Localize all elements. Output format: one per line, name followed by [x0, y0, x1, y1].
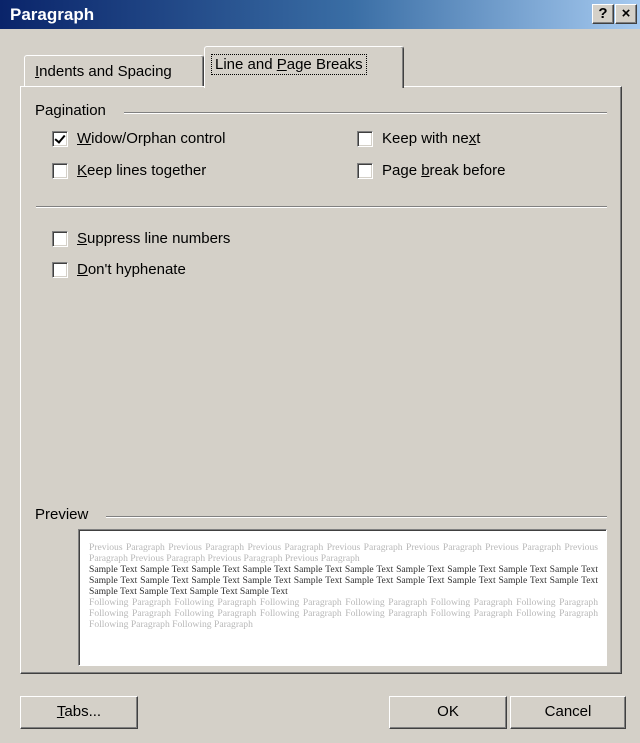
- preview-following-paragraph: Following Paragraph Following Paragraph …: [89, 597, 598, 630]
- checkbox-box[interactable]: [52, 130, 68, 147]
- checkbox-box[interactable]: [357, 130, 373, 147]
- preview-previous-paragraph: Previous Paragraph Previous Paragraph Pr…: [89, 542, 598, 564]
- ok-button[interactable]: OK: [389, 696, 507, 729]
- checkbox-label: Suppress line numbers: [77, 230, 231, 247]
- checkbox-label: Don't hyphenate: [77, 261, 186, 278]
- preview-box: Previous Paragraph Previous Paragraph Pr…: [78, 529, 607, 666]
- preview-sample-text: Sample Text Sample Text Sample Text Samp…: [89, 564, 598, 597]
- close-button[interactable]: ×: [615, 4, 637, 24]
- tab-indents-and-spacing[interactable]: Indents and Spacing: [24, 55, 204, 87]
- title-bar[interactable]: Paragraph ? ×: [0, 0, 640, 29]
- cancel-button[interactable]: Cancel: [510, 696, 626, 729]
- page-break-before-checkbox[interactable]: Page break before: [357, 162, 505, 179]
- tab-line-and-page-breaks[interactable]: Line and Page Breaks: [204, 46, 404, 88]
- checkbox-box[interactable]: [52, 230, 68, 247]
- checkbox-label: Keep with next: [382, 130, 481, 147]
- widow-orphan-control-checkbox[interactable]: Widow/Orphan control: [52, 130, 225, 147]
- checkbox-label: Keep lines together: [77, 162, 207, 179]
- suppress-line-numbers-checkbox[interactable]: Suppress line numbers: [52, 230, 230, 247]
- help-button[interactable]: ?: [592, 4, 614, 24]
- keep-with-next-checkbox[interactable]: Keep with next: [357, 130, 480, 147]
- checkbox-label: Widow/Orphan control: [77, 130, 226, 147]
- window-title: Paragraph: [10, 5, 95, 24]
- section-separator: [36, 206, 607, 208]
- keep-lines-together-checkbox[interactable]: Keep lines together: [52, 162, 206, 179]
- checkbox-box[interactable]: [357, 162, 373, 179]
- pagination-separator: [124, 112, 607, 114]
- tabs-button[interactable]: Tabs...: [20, 696, 138, 729]
- checkbox-box[interactable]: [52, 162, 68, 179]
- pagination-label: Pagination: [35, 102, 114, 119]
- checkbox-box[interactable]: [52, 261, 68, 278]
- paragraph-dialog: Paragraph ? × Indents and Spacing Line a…: [0, 0, 640, 743]
- tab-label: Line and Page Breaks: [211, 54, 367, 75]
- preview-separator: [106, 516, 607, 518]
- preview-label: Preview: [35, 506, 97, 523]
- tab-label: Indents and Spacing: [35, 63, 172, 80]
- dont-hyphenate-checkbox[interactable]: Don't hyphenate: [52, 261, 186, 278]
- checkbox-label: Page break before: [382, 162, 506, 179]
